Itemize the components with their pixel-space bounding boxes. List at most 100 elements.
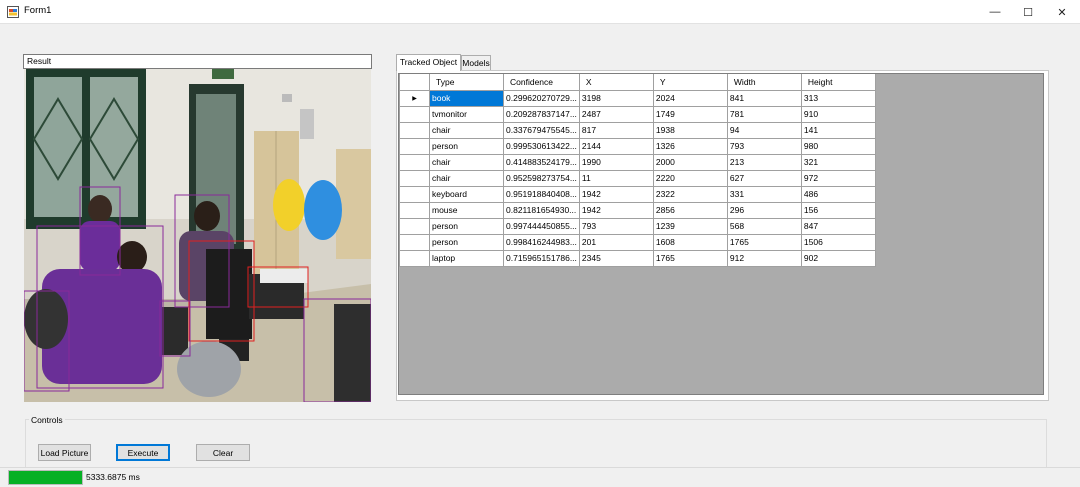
table-cell[interactable]: 2856: [652, 201, 728, 219]
table-cell[interactable]: 912: [726, 249, 802, 267]
table-cell[interactable]: 0.209287837147...: [503, 105, 580, 123]
tab-models[interactable]: Models: [461, 55, 491, 70]
table-cell[interactable]: person: [429, 233, 504, 251]
table-cell[interactable]: 793: [578, 217, 654, 235]
table-cell[interactable]: 313: [800, 89, 876, 107]
table-cell[interactable]: 156: [800, 201, 876, 219]
table-cell[interactable]: 1506: [800, 233, 876, 251]
clear-button[interactable]: Clear: [196, 444, 250, 461]
table-cell[interactable]: 902: [800, 249, 876, 267]
table-cell[interactable]: 2220: [652, 169, 728, 187]
table-row[interactable]: person 0.998416244983... 201 1608 1765 1506: [399, 233, 876, 251]
table-cell[interactable]: 0.821181654930...: [503, 201, 580, 219]
table-cell[interactable]: 980: [800, 137, 876, 155]
table-cell[interactable]: 321: [800, 153, 876, 171]
row-header[interactable]: [399, 233, 430, 251]
row-header[interactable]: ▶: [399, 89, 430, 107]
table-cell[interactable]: 1239: [652, 217, 728, 235]
table-row[interactable]: tvmonitor 0.209287837147... 2487 1749 781 910: [399, 105, 876, 123]
table-cell[interactable]: laptop: [429, 249, 504, 267]
tab-tracked-object[interactable]: Tracked Object: [396, 54, 461, 71]
table-cell[interactable]: 0.337679475545...: [503, 121, 580, 139]
table-cell[interactable]: 486: [800, 185, 876, 203]
close-button[interactable]: ✕: [1045, 0, 1079, 24]
table-cell[interactable]: 296: [726, 201, 802, 219]
table-cell[interactable]: 0.999530613422...: [503, 137, 580, 155]
table-cell[interactable]: 2322: [652, 185, 728, 203]
table-cell[interactable]: 0.997444450855...: [503, 217, 580, 235]
table-cell[interactable]: 213: [726, 153, 802, 171]
table-cell[interactable]: 841: [726, 89, 802, 107]
table-cell[interactable]: keyboard: [429, 185, 504, 203]
table-cell[interactable]: 627: [726, 169, 802, 187]
column-header-x[interactable]: X: [578, 74, 654, 91]
minimize-button[interactable]: —: [978, 0, 1012, 24]
row-header[interactable]: [399, 201, 430, 219]
table-cell[interactable]: person: [429, 217, 504, 235]
table-cell[interactable]: 1938: [652, 121, 728, 139]
tracked-object-grid[interactable]: Type Confidence X Y Width Height ▶ book 0.…: [398, 73, 1044, 395]
table-cell[interactable]: 3198: [578, 89, 654, 107]
table-cell[interactable]: 2345: [578, 249, 654, 267]
table-row[interactable]: person 0.999530613422... 2144 1326 793 980: [399, 137, 876, 155]
table-cell[interactable]: 0.414883524179...: [503, 153, 580, 171]
load-picture-button[interactable]: Load Picture: [38, 444, 91, 461]
table-cell[interactable]: 201: [578, 233, 654, 251]
table-cell[interactable]: 2024: [652, 89, 728, 107]
row-header[interactable]: [399, 153, 430, 171]
table-cell[interactable]: 781: [726, 105, 802, 123]
table-cell[interactable]: 2000: [652, 153, 728, 171]
row-header[interactable]: [399, 217, 430, 235]
table-cell[interactable]: 910: [800, 105, 876, 123]
table-cell[interactable]: 847: [800, 217, 876, 235]
column-header-type[interactable]: Type: [429, 74, 504, 91]
table-row[interactable]: person 0.997444450855... 793 1239 568 847: [399, 217, 876, 235]
execute-button[interactable]: Execute: [116, 444, 170, 461]
table-row[interactable]: mouse 0.821181654930... 1942 2856 296 156: [399, 201, 876, 219]
column-header-height[interactable]: Height: [800, 74, 876, 91]
table-cell[interactable]: 1765: [726, 233, 802, 251]
row-header[interactable]: [399, 121, 430, 139]
table-cell[interactable]: 0.951918840408...: [503, 185, 580, 203]
table-cell[interactable]: 0.715965151786...: [503, 249, 580, 267]
table-cell[interactable]: 0.998416244983...: [503, 233, 580, 251]
table-cell[interactable]: chair: [429, 121, 504, 139]
table-cell[interactable]: 793: [726, 137, 802, 155]
row-header[interactable]: [399, 137, 430, 155]
table-cell[interactable]: 94: [726, 121, 802, 139]
table-row[interactable]: keyboard 0.951918840408... 1942 2322 331 486: [399, 185, 876, 203]
column-header-y[interactable]: Y: [652, 74, 728, 91]
table-cell[interactable]: 1942: [578, 201, 654, 219]
table-cell[interactable]: 1942: [578, 185, 654, 203]
table-cell[interactable]: chair: [429, 153, 504, 171]
row-header[interactable]: [399, 169, 430, 187]
table-row[interactable]: chair 0.414883524179... 1990 2000 213 321: [399, 153, 876, 171]
row-header[interactable]: [399, 105, 430, 123]
table-cell[interactable]: 11: [578, 169, 654, 187]
table-cell[interactable]: 2487: [578, 105, 654, 123]
maximize-button[interactable]: ☐: [1011, 0, 1045, 24]
table-cell[interactable]: person: [429, 137, 504, 155]
table-cell[interactable]: 1608: [652, 233, 728, 251]
table-cell[interactable]: chair: [429, 169, 504, 187]
table-cell[interactable]: 1749: [652, 105, 728, 123]
column-header-width[interactable]: Width: [726, 74, 802, 91]
table-row[interactable]: chair 0.952598273754... 11 2220 627 972: [399, 169, 876, 187]
table-cell[interactable]: 141: [800, 121, 876, 139]
table-cell[interactable]: 331: [726, 185, 802, 203]
table-cell[interactable]: tvmonitor: [429, 105, 504, 123]
row-header[interactable]: [399, 185, 430, 203]
table-cell[interactable]: 0.299620270729...: [503, 89, 580, 107]
table-cell[interactable]: book: [429, 89, 504, 107]
column-header-confidence[interactable]: Confidence: [503, 74, 580, 91]
table-cell[interactable]: 1765: [652, 249, 728, 267]
row-header[interactable]: [399, 249, 430, 267]
table-cell[interactable]: 0.952598273754...: [503, 169, 580, 187]
table-row[interactable]: ▶ book 0.299620270729... 3198 2024 841 313: [399, 89, 876, 107]
table-cell[interactable]: 1326: [652, 137, 728, 155]
table-cell[interactable]: 972: [800, 169, 876, 187]
table-cell[interactable]: 2144: [578, 137, 654, 155]
table-cell[interactable]: 817: [578, 121, 654, 139]
table-cell[interactable]: mouse: [429, 201, 504, 219]
table-row[interactable]: laptop 0.715965151786... 2345 1765 912 902: [399, 249, 876, 267]
